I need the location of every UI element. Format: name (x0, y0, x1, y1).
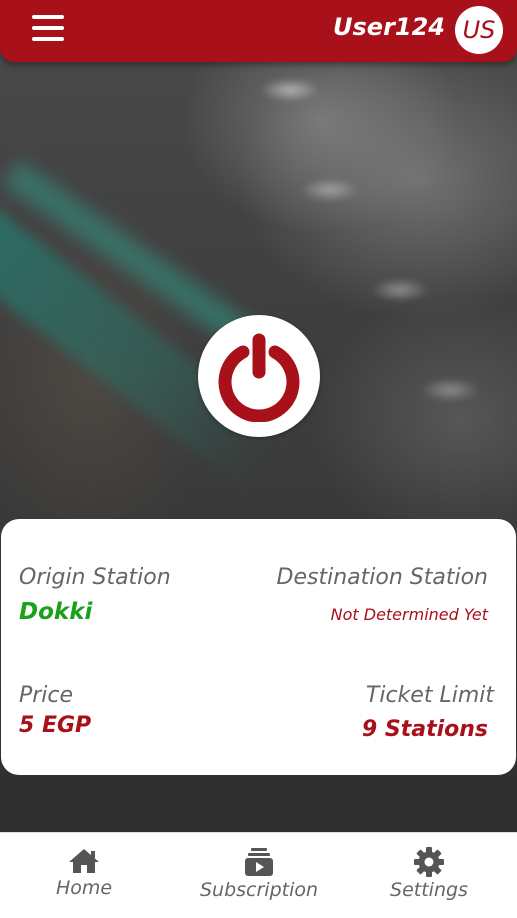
home-icon (69, 849, 99, 873)
origin-station-value: Dokki (19, 599, 93, 625)
hamburger-icon-line-2 (32, 26, 64, 30)
avatar[interactable]: US (455, 6, 503, 54)
nav-home[interactable]: Home (52, 847, 116, 899)
origin-station-label: Origin Station (19, 565, 171, 590)
hamburger-icon-line-3 (32, 37, 64, 41)
subscription-icon (245, 848, 273, 876)
ticket-limit-label: Ticket Limit (365, 683, 494, 708)
nav-home-label: Home (55, 877, 113, 899)
hamburger-icon-line-1 (32, 15, 64, 19)
power-icon (218, 333, 300, 422)
trip-info-card: Origin Station Dokki Destination Station… (1, 519, 516, 775)
app-header: User124 US (0, 0, 517, 62)
nav-subscription-label: Subscription (199, 879, 319, 901)
price-value: 5 EGP (19, 713, 92, 738)
nav-settings[interactable]: Settings (386, 847, 472, 901)
gear-icon (414, 847, 444, 877)
power-button[interactable] (198, 315, 320, 437)
ticket-limit-value: 9 Stations (361, 717, 488, 742)
nav-settings-label: Settings (390, 879, 468, 901)
nav-subscription[interactable]: Subscription (196, 847, 322, 901)
background-image (0, 0, 517, 918)
price-label: Price (19, 683, 74, 708)
bottom-nav: Home Subscription Settings (0, 832, 517, 918)
username: User124 (333, 13, 445, 41)
destination-station-value: Not Determined Yet (330, 605, 488, 624)
menu-button[interactable] (32, 15, 64, 43)
destination-station-label: Destination Station (276, 565, 488, 590)
